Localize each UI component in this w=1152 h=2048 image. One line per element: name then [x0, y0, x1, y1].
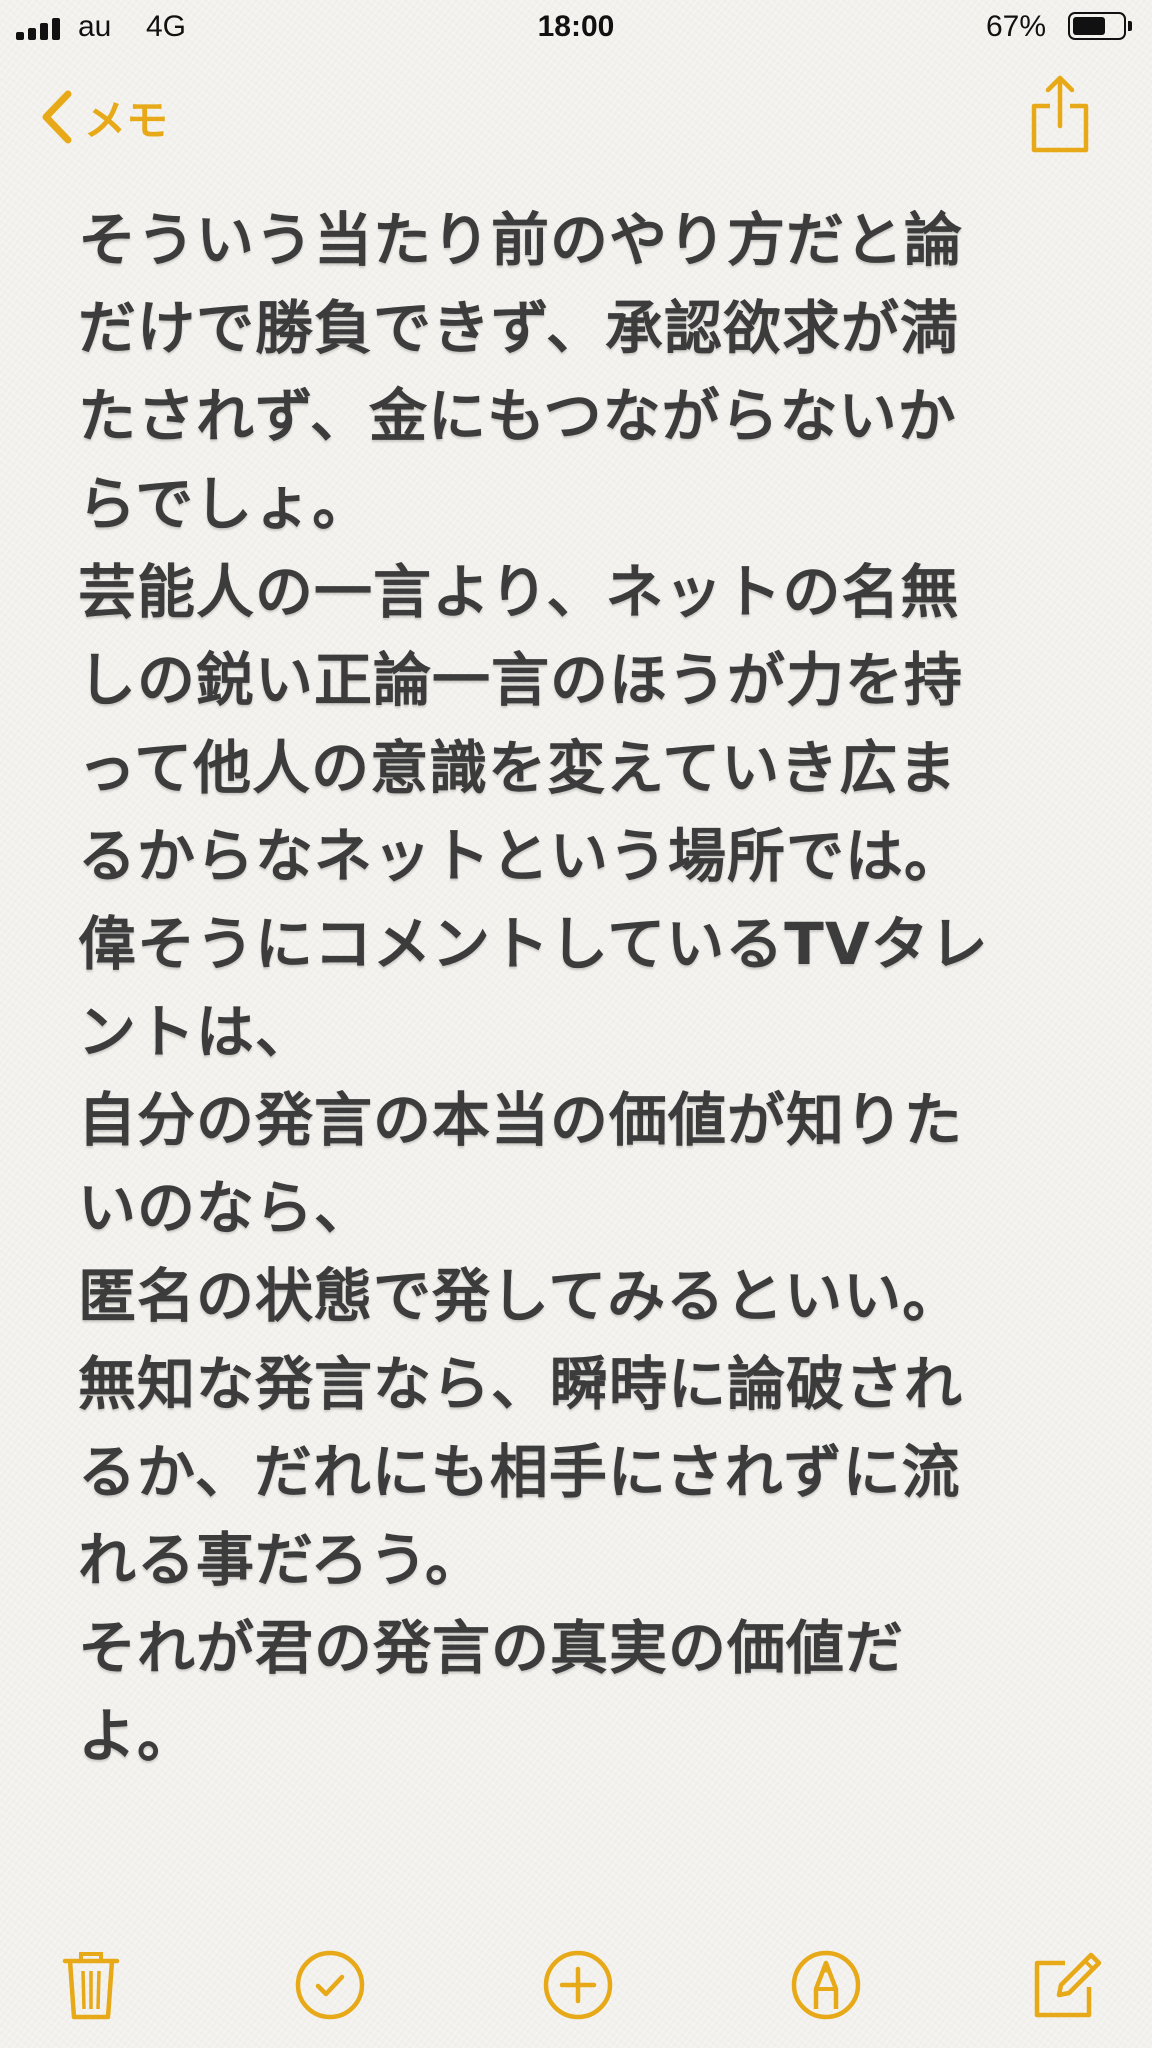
note-line: 芸能人の一言より、ネットの名無 — [78, 558, 960, 626]
battery-percentage: 67% — [986, 10, 1047, 43]
compose-button[interactable] — [1022, 1940, 1112, 2030]
checklist-icon — [295, 1950, 365, 2020]
note-line: それが君の発言の真実の価値だ — [78, 1614, 905, 1682]
note-line: よ。 — [78, 1702, 197, 1770]
note-line: らでしょ。 — [78, 470, 372, 538]
delete-button[interactable] — [46, 1940, 136, 2030]
back-button-label: メモ — [84, 95, 169, 145]
share-icon — [1031, 75, 1089, 153]
note-line: 自分の発言の本当の価値が知りた — [78, 1086, 964, 1154]
note-line: 偉そうにコメントしているTVタレ — [78, 910, 989, 978]
back-button[interactable]: メモ — [40, 82, 168, 152]
note-line: しの鋭い正論一言のほうが力を持 — [78, 646, 964, 714]
battery-tip — [1128, 21, 1132, 31]
status-bar: au 4G 18:00 67% — [0, 0, 1152, 56]
bottom-toolbar — [0, 1940, 1152, 2030]
add-icon — [543, 1950, 613, 2020]
note-line: たされず、金にもつながらないか — [78, 382, 957, 450]
note-line: そういう当たり前のやり方だと論 — [78, 206, 964, 274]
chevron-left-icon — [42, 90, 72, 144]
trash-icon — [62, 1952, 120, 2020]
add-button[interactable] — [533, 1940, 623, 2030]
note-line: って他人の意識を変えていき広ま — [78, 734, 958, 802]
note-line: いのなら、 — [78, 1174, 374, 1242]
battery-level-fill — [1073, 17, 1105, 35]
compose-icon — [1034, 1952, 1102, 2018]
checklist-button[interactable] — [285, 1940, 375, 2030]
note-line: 無知な発言なら、瞬時に論破され — [78, 1350, 964, 1418]
markup-icon — [791, 1950, 861, 2020]
status-time: 18:00 — [537, 10, 615, 43]
battery-icon — [1068, 12, 1126, 40]
note-line: るからなネットという場所では。 — [78, 822, 964, 890]
note-line: るか、だれにも相手にされずに流 — [78, 1438, 961, 1506]
note-line: 匿名の状態で発してみるといい。 — [78, 1262, 962, 1330]
markup-button[interactable] — [781, 1940, 871, 2030]
share-button[interactable] — [1028, 72, 1092, 156]
note-text-area[interactable]: そういう当たり前のやり方だと論 だけで勝負できず、承認欲求が満 たされず、金にもつな… — [78, 196, 1078, 1780]
note-line: だけで勝負できず、承認欲求が満 — [78, 294, 959, 362]
note-line: れる事だろう。 — [78, 1526, 485, 1594]
note-line: ントは、 — [78, 998, 315, 1066]
